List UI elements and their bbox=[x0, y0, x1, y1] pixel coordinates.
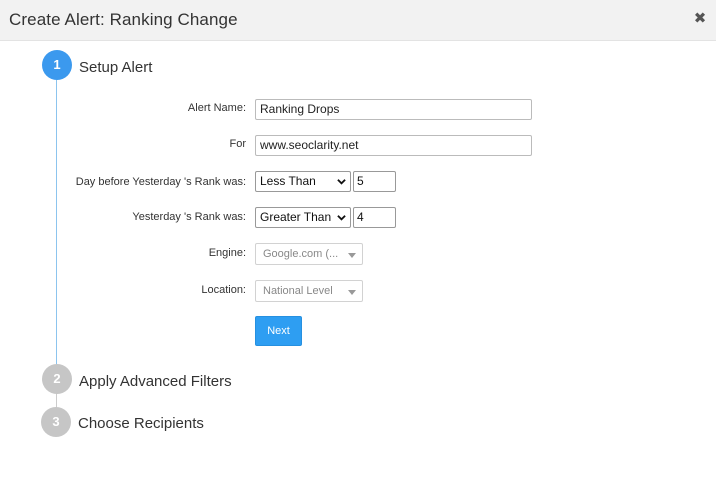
engine-value: Google.com (... bbox=[263, 248, 339, 260]
caret-down-icon bbox=[348, 253, 356, 258]
step-1-badge[interactable]: 1 bbox=[42, 50, 72, 80]
step-3-badge[interactable]: 3 bbox=[41, 407, 71, 437]
chevron-down-icon bbox=[337, 215, 346, 221]
step-3-label[interactable]: Choose Recipients bbox=[78, 415, 204, 432]
next-button[interactable]: Next bbox=[255, 316, 302, 346]
yesterday-operator-value: Greater Than bbox=[260, 210, 332, 224]
create-alert-dialog: Create Alert: Ranking Change ✖ 1 Setup A… bbox=[0, 0, 716, 485]
step-2-label[interactable]: Apply Advanced Filters bbox=[79, 373, 232, 390]
engine-label: Engine: bbox=[208, 247, 246, 259]
location-value: National Level bbox=[263, 285, 333, 297]
for-input[interactable]: www.seoclarity.net bbox=[255, 135, 532, 156]
alert-name-input[interactable]: Ranking Drops bbox=[255, 99, 532, 120]
caret-down-icon bbox=[348, 290, 356, 295]
step-2-badge[interactable]: 2 bbox=[42, 364, 72, 394]
yesterday-operator-select[interactable]: Greater Than bbox=[255, 207, 351, 228]
step-1-label[interactable]: Setup Alert bbox=[79, 59, 152, 76]
close-icon[interactable]: ✖ bbox=[693, 11, 707, 26]
day-before-operator-select[interactable]: Less Than bbox=[255, 171, 351, 192]
step-connector-active bbox=[56, 80, 57, 369]
alert-name-label: Alert Name: bbox=[187, 102, 246, 114]
location-label: Location: bbox=[201, 284, 246, 296]
for-label: For bbox=[229, 138, 247, 150]
dialog-title: Create Alert: Ranking Change bbox=[9, 10, 238, 29]
day-before-rank-input[interactable]: 5 bbox=[353, 171, 396, 192]
dialog-header: Create Alert: Ranking Change ✖ bbox=[0, 0, 716, 41]
engine-select[interactable]: Google.com (... bbox=[255, 243, 363, 265]
chevron-down-icon bbox=[337, 179, 346, 185]
yesterday-rank-label: Yesterday 's Rank was: bbox=[132, 211, 246, 223]
day-before-rank-label: Day before Yesterday 's Rank was: bbox=[75, 176, 246, 188]
location-select[interactable]: National Level bbox=[255, 280, 363, 302]
yesterday-rank-input[interactable]: 4 bbox=[353, 207, 396, 228]
day-before-operator-value: Less Than bbox=[260, 174, 316, 188]
